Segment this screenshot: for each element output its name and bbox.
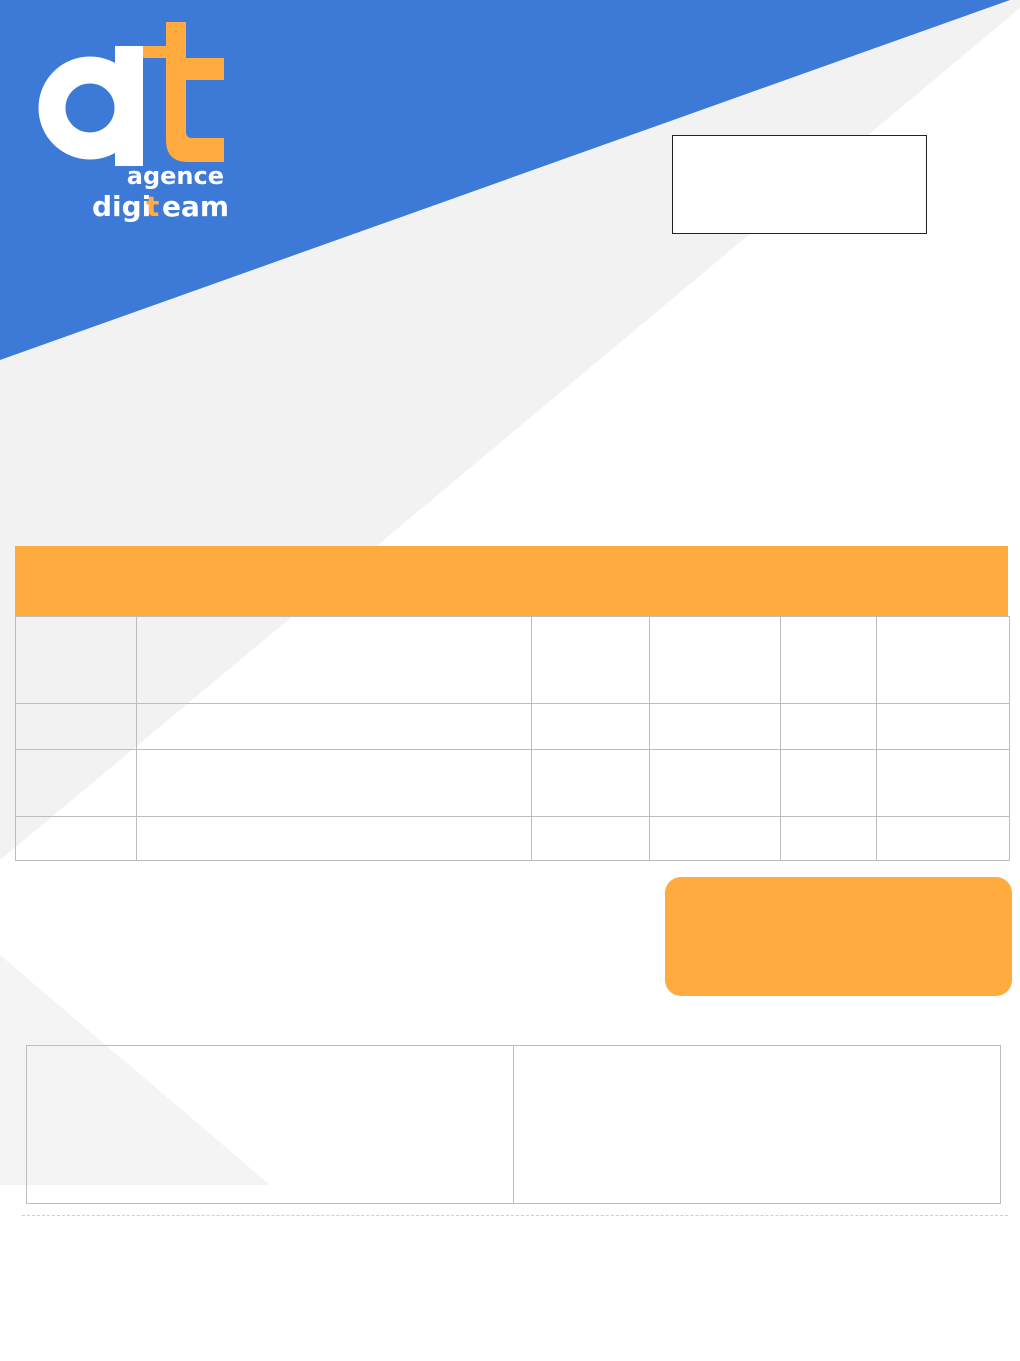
info-grid xyxy=(26,1045,1001,1204)
table-row xyxy=(15,749,1010,817)
dashed-separator xyxy=(22,1215,1008,1216)
table-cell xyxy=(531,616,650,704)
table-cell xyxy=(876,616,1010,704)
invoice-items-table xyxy=(15,616,1010,861)
table-cell xyxy=(649,749,781,817)
table-cell xyxy=(531,749,650,817)
table-cell xyxy=(136,616,532,704)
table-cell xyxy=(876,703,1010,750)
table-cell xyxy=(649,616,781,704)
table-cell xyxy=(780,816,877,861)
table-cell xyxy=(15,703,137,750)
total-box xyxy=(665,877,1012,996)
info-cell-left xyxy=(27,1046,514,1203)
table-cell xyxy=(15,616,137,704)
table-row xyxy=(15,703,1010,750)
table-header-band xyxy=(15,546,1008,616)
table-cell xyxy=(780,703,877,750)
table-row xyxy=(15,816,1010,861)
table-cell xyxy=(15,749,137,817)
table-cell xyxy=(531,703,650,750)
table-cell xyxy=(649,703,781,750)
svg-text:t: t xyxy=(146,190,159,223)
svg-text:eam: eam xyxy=(162,190,229,223)
info-cell-right xyxy=(514,1046,1000,1203)
table-cell xyxy=(780,749,877,817)
svg-text:agence: agence xyxy=(127,162,224,190)
table-cell xyxy=(136,703,532,750)
table-cell xyxy=(780,616,877,704)
table-row xyxy=(15,616,1010,704)
invoice-reference-box xyxy=(672,135,927,234)
table-cell xyxy=(649,816,781,861)
table-cell xyxy=(876,749,1010,817)
table-cell xyxy=(136,816,532,861)
svg-text:digi: digi xyxy=(92,190,151,223)
table-cell xyxy=(531,816,650,861)
table-cell xyxy=(15,816,137,861)
table-cell xyxy=(136,749,532,817)
table-cell xyxy=(876,816,1010,861)
agence-digiteam-logo: agence digi t eam xyxy=(38,22,229,223)
